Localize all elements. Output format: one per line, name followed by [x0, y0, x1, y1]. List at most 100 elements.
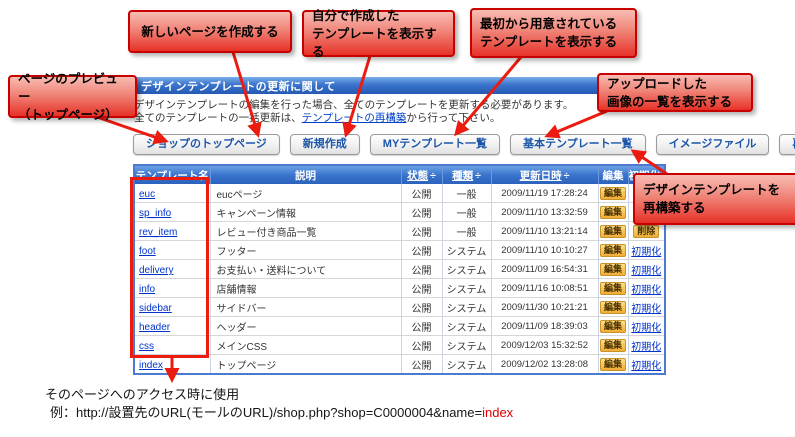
- edit-button-header[interactable]: 編集: [600, 320, 626, 333]
- cell-description: お支払い・送料について: [210, 260, 401, 279]
- description-line-1: デザインテンプレートの編集を行った場合、全てのテンプレートを更新する必要がありま…: [134, 99, 665, 112]
- cell-init-delete: 初期化: [628, 298, 665, 317]
- callout-line: 最初から用意されている: [480, 15, 627, 33]
- cell-updated: 2009/11/16 10:08:51: [491, 279, 598, 298]
- template-name-column-highlight-rect: [130, 177, 209, 358]
- tab-new[interactable]: 新規作成: [290, 134, 360, 155]
- edit-button-rev_item[interactable]: 編集: [600, 225, 626, 238]
- cell-edit: 編集: [598, 298, 628, 317]
- table-row-sidebar: sidebarサイドバー公開システム2009/11/30 10:21:21編集初…: [134, 298, 665, 317]
- rebuild-link[interactable]: テンプレートの再構築: [302, 112, 407, 124]
- init-link-css[interactable]: 初期化: [631, 342, 661, 353]
- cell-description: 店舗情報: [210, 279, 401, 298]
- cell-type: システム: [442, 336, 491, 355]
- footnote: そのページへのアクセス時に使用 例：http://設置先のURL(モールのURL…: [45, 386, 513, 422]
- edit-button-delivery[interactable]: 編集: [600, 263, 626, 276]
- tab-shop-top[interactable]: ショップのトップページ: [133, 134, 280, 155]
- cell-updated: 2009/11/09 16:54:31: [491, 260, 598, 279]
- cell-init-delete: 初期化: [628, 279, 665, 298]
- cell-init-delete: 初期化: [628, 355, 665, 375]
- callout-line: ページのプレビュー: [18, 70, 127, 106]
- callout-line: アップロードした: [607, 75, 743, 93]
- edit-button-euc[interactable]: 編集: [600, 187, 626, 200]
- cell-edit: 編集: [598, 260, 628, 279]
- footnote-url: 例：http://設置先のURL(モールのURL)/shop.php?shop=…: [50, 405, 482, 420]
- callout-line: 再構築する: [643, 199, 793, 217]
- init-link-sidebar[interactable]: 初期化: [631, 304, 661, 315]
- column-header-type[interactable]: 種類÷: [442, 165, 491, 184]
- template-table-body: euceucページ公開一般2009/11/19 17:28:24編集削除sp_i…: [134, 184, 665, 374]
- cell-status: 公開: [401, 298, 442, 317]
- edit-button-sidebar[interactable]: 編集: [600, 301, 626, 314]
- cell-status: 公開: [401, 355, 442, 375]
- delete-button-rev_item[interactable]: 削除: [633, 225, 659, 238]
- footnote-url-highlight: index: [482, 405, 513, 420]
- cell-description: メインCSS: [210, 336, 401, 355]
- cell-type: 一般: [442, 184, 491, 203]
- cell-updated: 2009/12/02 13:28:08: [491, 355, 598, 375]
- cell-edit: 編集: [598, 203, 628, 222]
- init-link-info[interactable]: 初期化: [631, 285, 661, 296]
- table-row-rev_item: rev_itemレビュー付き商品一覧公開一般2009/11/10 13:21:1…: [134, 222, 665, 241]
- tab-image-files[interactable]: イメージファイル: [656, 134, 770, 155]
- table-header-row: テンプレート名説明状態÷種類÷更新日時÷編集初期化・削除: [134, 165, 665, 184]
- cell-edit: 編集: [598, 317, 628, 336]
- tab-row: ショップのトップページ新規作成MYテンプレート一覧基本テンプレート一覧イメージフ…: [133, 134, 666, 155]
- table-row-header: headerヘッダー公開システム2009/11/09 18:39:03編集初期化: [134, 317, 665, 336]
- cell-updated: 2009/11/30 10:21:21: [491, 298, 598, 317]
- footnote-line-2: 例：http://設置先のURL(モールのURL)/shop.php?shop=…: [50, 404, 513, 422]
- edit-button-sp_info[interactable]: 編集: [600, 206, 626, 219]
- tab-base-templates[interactable]: 基本テンプレート一覧: [510, 134, 646, 155]
- sort-icon: ÷: [564, 170, 570, 182]
- cell-edit: 編集: [598, 241, 628, 260]
- callout-create-new-page: 新しいページを作成する: [128, 10, 292, 53]
- init-link-header[interactable]: 初期化: [631, 323, 661, 334]
- cell-updated: 2009/11/09 18:39:03: [491, 317, 598, 336]
- callout-line: 画像の一覧を表示する: [607, 93, 743, 111]
- table-row-index: indexトップページ公開システム2009/12/02 13:28:08編集初期…: [134, 355, 665, 375]
- footnote-line-1: そのページへのアクセス時に使用: [45, 386, 513, 404]
- callout-line: デザインテンプレートを: [643, 181, 793, 199]
- table-row-css: cssメインCSS公開システム2009/12/03 15:32:52編集初期化: [134, 336, 665, 355]
- cell-status: 公開: [401, 184, 442, 203]
- tab-rebuild[interactable]: 再構築: [779, 134, 795, 155]
- table-row-euc: euceucページ公開一般2009/11/19 17:28:24編集削除: [134, 184, 665, 203]
- init-link-index[interactable]: 初期化: [631, 361, 661, 372]
- description-line-2-suffix: から行って下さい。: [406, 112, 500, 124]
- callout-line: （トップページ）: [18, 106, 127, 124]
- callout-rebuild-templates: デザインテンプレートを再構築する: [633, 173, 795, 225]
- template-link-index[interactable]: index: [139, 360, 163, 371]
- cell-status: 公開: [401, 203, 442, 222]
- edit-button-index[interactable]: 編集: [600, 358, 626, 371]
- cell-init-delete: 初期化: [628, 241, 665, 260]
- init-link-delivery[interactable]: 初期化: [631, 266, 661, 277]
- callout-line: テンプレートを表示する: [312, 25, 445, 61]
- cell-description: フッター: [210, 241, 401, 260]
- tab-my-templates[interactable]: MYテンプレート一覧: [370, 134, 500, 155]
- panel-description: デザインテンプレートの編集を行った場合、全てのテンプレートを更新する必要がありま…: [134, 99, 665, 125]
- design-template-panel: デザインテンプレートの更新に関して デザインテンプレートの編集を行った場合、全て…: [133, 77, 666, 375]
- cell-updated: 2009/11/10 13:32:59: [491, 203, 598, 222]
- cell-description: eucページ: [210, 184, 401, 203]
- edit-button-info[interactable]: 編集: [600, 282, 626, 295]
- edit-button-foot[interactable]: 編集: [600, 244, 626, 257]
- sort-icon: ÷: [430, 170, 436, 182]
- column-header-edit: 編集: [598, 165, 628, 184]
- cell-status: 公開: [401, 317, 442, 336]
- column-header-status[interactable]: 状態÷: [401, 165, 442, 184]
- callout-line: 新しいページを作成する: [141, 23, 278, 41]
- cell-type: 一般: [442, 203, 491, 222]
- callout-show-uploaded-images: アップロードした画像の一覧を表示する: [597, 73, 753, 112]
- cell-type: システム: [442, 317, 491, 336]
- column-header-updated[interactable]: 更新日時÷: [491, 165, 598, 184]
- sort-icon: ÷: [475, 170, 481, 182]
- cell-type: システム: [442, 298, 491, 317]
- table-row-info: info店舗情報公開システム2009/11/16 10:08:51編集初期化: [134, 279, 665, 298]
- description-line-2: 全てのテンプレートの一括更新は、テンプレートの再構築から行って下さい。: [134, 112, 665, 125]
- cell-description: サイドバー: [210, 298, 401, 317]
- callout-show-base-templates: 最初から用意されているテンプレートを表示する: [470, 8, 637, 58]
- init-link-foot[interactable]: 初期化: [631, 247, 661, 258]
- edit-button-css[interactable]: 編集: [600, 339, 626, 352]
- cell-type: システム: [442, 355, 491, 375]
- cell-edit: 編集: [598, 336, 628, 355]
